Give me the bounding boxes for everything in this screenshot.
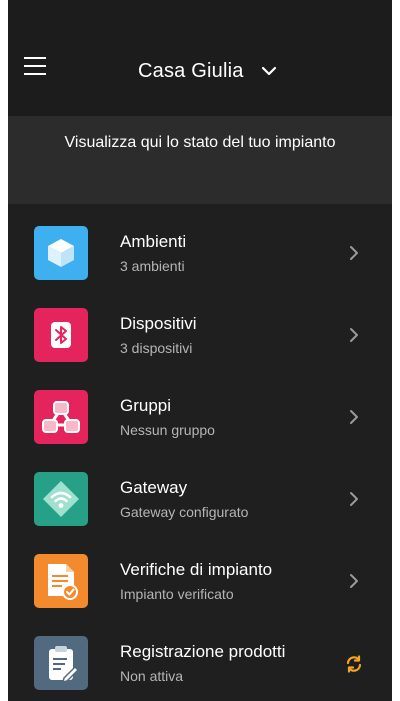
item-title: Dispositivi (120, 314, 197, 333)
list-item-ambienti[interactable]: Ambienti 3 ambienti (8, 204, 392, 286)
clipboard-icon (34, 636, 88, 690)
item-subtitle: Non attiva (120, 668, 184, 684)
home-name: Casa Giulia (138, 59, 244, 82)
list-item-dispositivi[interactable]: Dispositivi 3 dispositivi (8, 286, 392, 368)
chevron-right-icon (350, 492, 358, 506)
list-item-verifiche[interactable]: Verifiche di impianto Impianto verificat… (8, 532, 392, 614)
app-screen: Casa Giulia Visualizza qui lo stato del … (8, 0, 392, 701)
sync-icon[interactable] (344, 654, 364, 674)
item-subtitle: 3 ambienti (120, 258, 185, 274)
list-item-registrazione[interactable]: Registrazione prodotti Non attiva (8, 614, 392, 696)
chevron-down-icon (261, 66, 276, 76)
item-subtitle: Gateway configurato (120, 504, 249, 520)
item-title: Gateway (120, 478, 188, 497)
home-selector[interactable]: Casa Giulia (138, 56, 278, 86)
chevron-right-icon (350, 246, 358, 260)
status-banner: Visualizza qui lo stato del tuo impianto (8, 116, 392, 204)
list-item-gruppi[interactable]: Gruppi Nessun gruppo (8, 368, 392, 450)
item-subtitle: Nessun gruppo (120, 422, 215, 438)
item-title: Ambienti (120, 232, 187, 251)
verified-document-icon (34, 554, 88, 608)
item-title: Verifiche di impianto (120, 560, 273, 579)
app-header: Casa Giulia (8, 0, 392, 116)
cube-icon (34, 226, 88, 280)
group-icon (34, 390, 88, 444)
banner-text: Visualizza qui lo stato del tuo impianto (64, 134, 336, 151)
item-subtitle: Impianto verificato (120, 586, 234, 602)
item-subtitle: 3 dispositivi (120, 340, 193, 356)
chevron-right-icon (350, 410, 358, 424)
chevron-right-icon (350, 574, 358, 588)
list-item-gateway[interactable]: Gateway Gateway configurato (8, 450, 392, 532)
item-title: Registrazione prodotti (120, 642, 286, 661)
wifi-gateway-icon (34, 472, 88, 526)
item-title: Gruppi (120, 396, 172, 415)
hamburger-menu-icon[interactable] (22, 55, 50, 83)
chevron-right-icon (350, 328, 358, 342)
bluetooth-icon (34, 308, 88, 362)
